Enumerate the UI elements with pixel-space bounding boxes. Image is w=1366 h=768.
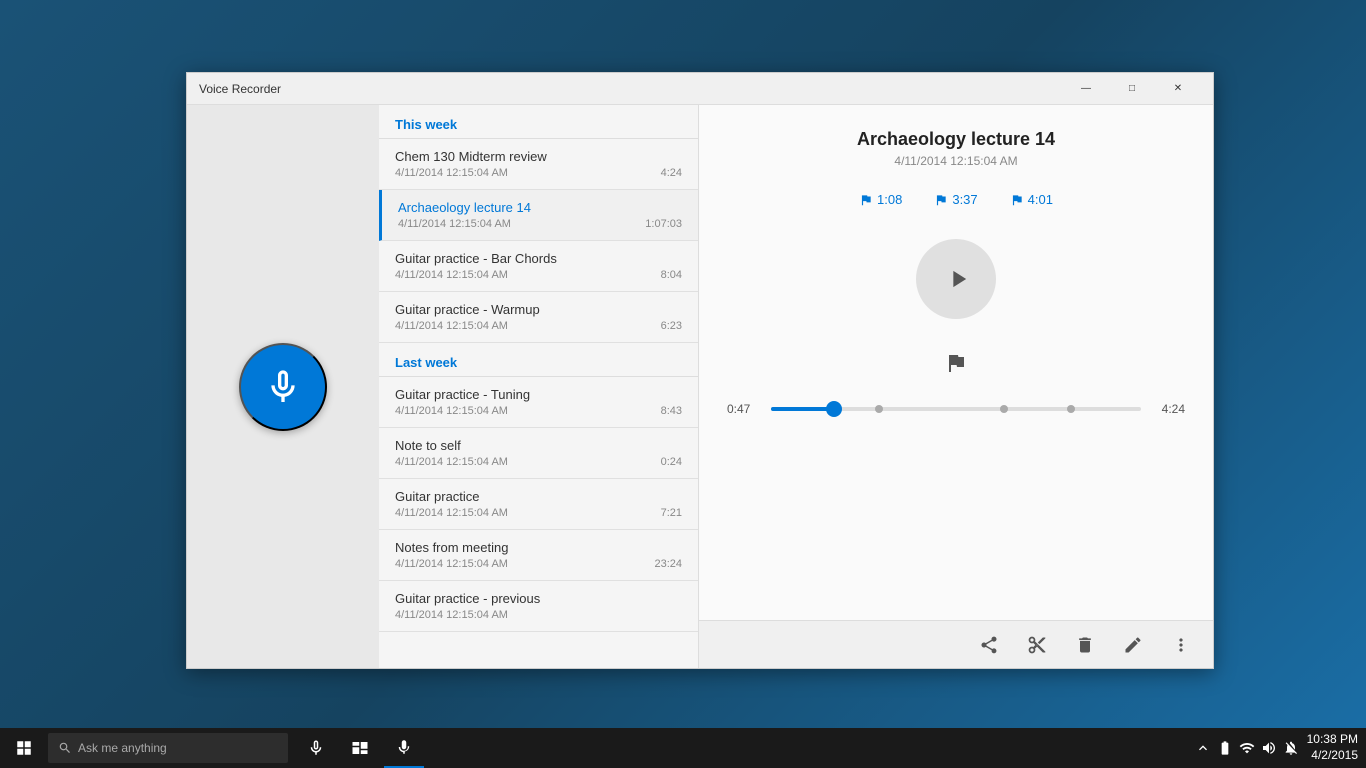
list-item[interactable]: Guitar practice - Bar Chords 4/11/2014 1… xyxy=(379,241,698,292)
play-icon xyxy=(944,265,972,293)
share-icon xyxy=(979,635,999,655)
player-title: Archaeology lecture 14 xyxy=(857,129,1055,150)
microphone-taskbar-icon xyxy=(307,739,325,757)
this-week-header: This week xyxy=(379,105,698,139)
window-title: Voice Recorder xyxy=(199,82,1063,96)
list-item[interactable]: Note to self 4/11/2014 12:15:04 AM 0:24 xyxy=(379,428,698,479)
voice-recorder-icon xyxy=(395,738,413,756)
desktop: Voice Recorder — □ ✕ This week xyxy=(0,0,1366,768)
system-tray xyxy=(1195,740,1299,756)
flag-add-icon xyxy=(944,351,968,375)
title-bar: Voice Recorder — □ ✕ xyxy=(187,73,1213,105)
trim-icon xyxy=(1027,635,1047,655)
current-time: 0:47 xyxy=(727,402,763,416)
marker-1[interactable]: 1:08 xyxy=(859,192,902,207)
list-item[interactable]: Guitar practice 4/11/2014 12:15:04 AM 7:… xyxy=(379,479,698,530)
track-marker-dot xyxy=(1067,405,1075,413)
window-controls: — □ ✕ xyxy=(1063,73,1201,105)
trim-button[interactable] xyxy=(1021,629,1053,661)
track-marker-dot xyxy=(875,405,883,413)
record-button[interactable] xyxy=(239,343,327,431)
add-marker-button[interactable] xyxy=(944,351,968,378)
list-item[interactable]: Chem 130 Midterm review 4/11/2014 12:15:… xyxy=(379,139,698,190)
voice-recorder-window: Voice Recorder — □ ✕ This week xyxy=(186,72,1214,669)
progress-fill xyxy=(771,407,834,411)
progress-track[interactable] xyxy=(771,407,1141,411)
taskbar-microphone-icon[interactable] xyxy=(296,728,336,768)
last-week-header: Last week xyxy=(379,343,698,377)
taskbar-search[interactable]: Ask me anything xyxy=(48,733,288,763)
list-item[interactable]: Notes from meeting 4/11/2014 12:15:04 AM… xyxy=(379,530,698,581)
microphone-icon xyxy=(263,367,303,407)
network-icon xyxy=(1239,740,1255,756)
left-panel xyxy=(187,105,379,668)
start-button[interactable] xyxy=(0,728,48,768)
flag-icon xyxy=(934,193,948,207)
search-icon xyxy=(58,741,72,755)
search-placeholder: Ask me anything xyxy=(78,741,167,755)
more-icon xyxy=(1171,635,1191,655)
share-button[interactable] xyxy=(973,629,1005,661)
track-marker-dot xyxy=(1000,405,1008,413)
end-time: 4:24 xyxy=(1149,402,1185,416)
more-button[interactable] xyxy=(1165,629,1197,661)
flag-icon xyxy=(859,193,873,207)
list-item[interactable]: Guitar practice - Warmup 4/11/2014 12:15… xyxy=(379,292,698,343)
flag-icon xyxy=(1010,193,1024,207)
close-button[interactable]: ✕ xyxy=(1155,73,1201,105)
volume-icon xyxy=(1261,740,1277,756)
taskbar-voice-recorder[interactable] xyxy=(384,728,424,768)
battery-icon xyxy=(1217,740,1233,756)
rename-button[interactable] xyxy=(1117,629,1149,661)
windows-icon xyxy=(15,739,33,757)
notification-icon xyxy=(1283,740,1299,756)
list-item-active[interactable]: Archaeology lecture 14 4/11/2014 12:15:0… xyxy=(379,190,698,241)
taskbar-task-view[interactable] xyxy=(340,728,380,768)
marker-2[interactable]: 3:37 xyxy=(934,192,977,207)
progress-bar-container: 0:47 4:24 xyxy=(723,402,1189,416)
delete-icon xyxy=(1075,635,1095,655)
markers-row: 1:08 3:37 4:01 xyxy=(859,192,1053,207)
window-body: This week Chem 130 Midterm review 4/11/2… xyxy=(187,105,1213,668)
delete-button[interactable] xyxy=(1069,629,1101,661)
rename-icon xyxy=(1123,635,1143,655)
taskbar-time: 10:38 PM xyxy=(1307,732,1358,748)
taskbar: Ask me anything xyxy=(0,728,1366,768)
progress-thumb[interactable] xyxy=(826,401,842,417)
player-panel: Archaeology lecture 14 4/11/2014 12:15:0… xyxy=(699,105,1213,668)
maximize-button[interactable]: □ xyxy=(1109,73,1155,105)
list-item[interactable]: Guitar practice - Tuning 4/11/2014 12:15… xyxy=(379,377,698,428)
player-date: 4/11/2014 12:15:04 AM xyxy=(894,154,1017,168)
taskbar-date: 4/2/2015 xyxy=(1307,748,1358,764)
show-hidden-icons[interactable] xyxy=(1195,740,1211,756)
play-button[interactable] xyxy=(916,239,996,319)
play-button-container xyxy=(916,239,996,319)
list-item[interactable]: Guitar practice - previous 4/11/2014 12:… xyxy=(379,581,698,632)
taskbar-right: 10:38 PM 4/2/2015 xyxy=(1195,732,1366,763)
taskbar-clock[interactable]: 10:38 PM 4/2/2015 xyxy=(1307,732,1358,763)
marker-3[interactable]: 4:01 xyxy=(1010,192,1053,207)
task-view-icon xyxy=(351,739,369,757)
recording-list[interactable]: This week Chem 130 Midterm review 4/11/2… xyxy=(379,105,699,668)
player-toolbar xyxy=(699,620,1213,668)
minimize-button[interactable]: — xyxy=(1063,73,1109,105)
taskbar-pinned-icons xyxy=(296,728,424,768)
